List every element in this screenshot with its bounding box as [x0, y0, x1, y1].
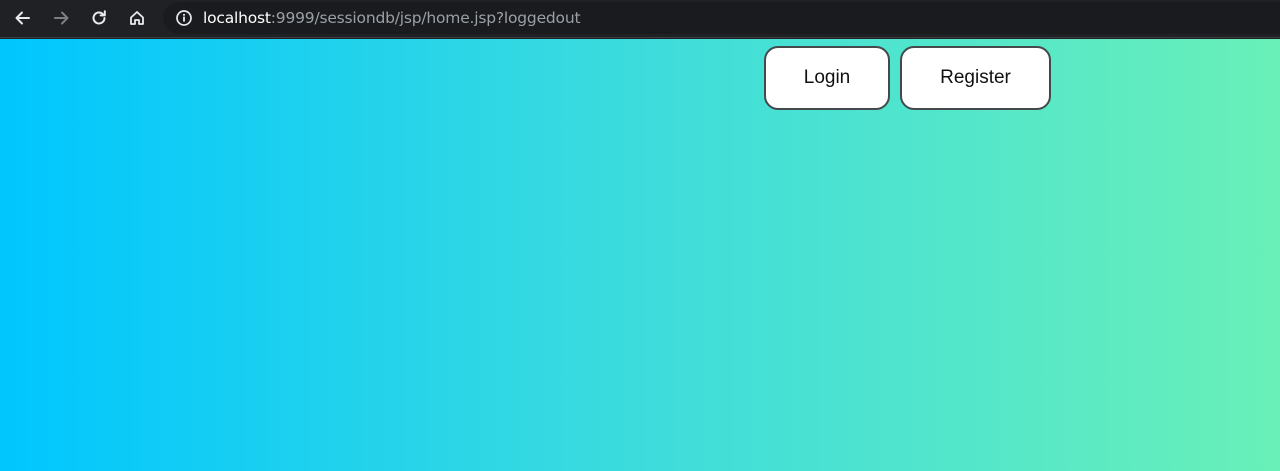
info-icon[interactable]: [175, 9, 193, 27]
arrow-left-icon: [15, 11, 30, 25]
home-button[interactable]: [122, 3, 152, 33]
page-viewport: Login Register: [0, 39, 1280, 471]
url-host: localhost: [203, 9, 271, 27]
register-button[interactable]: Register: [900, 46, 1051, 110]
url-text[interactable]: localhost:9999/sessiondb/jsp/home.jsp?lo…: [203, 9, 581, 27]
url-path: :9999/sessiondb/jsp/home.jsp?loggedout: [270, 9, 581, 27]
back-button[interactable]: [8, 3, 38, 33]
forward-button[interactable]: [46, 3, 76, 33]
reload-icon: [92, 10, 106, 25]
reload-button[interactable]: [84, 3, 114, 33]
home-icon: [130, 11, 144, 25]
browser-toolbar: localhost:9999/sessiondb/jsp/home.jsp?lo…: [0, 0, 1280, 38]
login-button[interactable]: Login: [764, 46, 890, 110]
arrow-right-icon: [54, 11, 69, 25]
address-bar[interactable]: localhost:9999/sessiondb/jsp/home.jsp?lo…: [163, 2, 1280, 34]
